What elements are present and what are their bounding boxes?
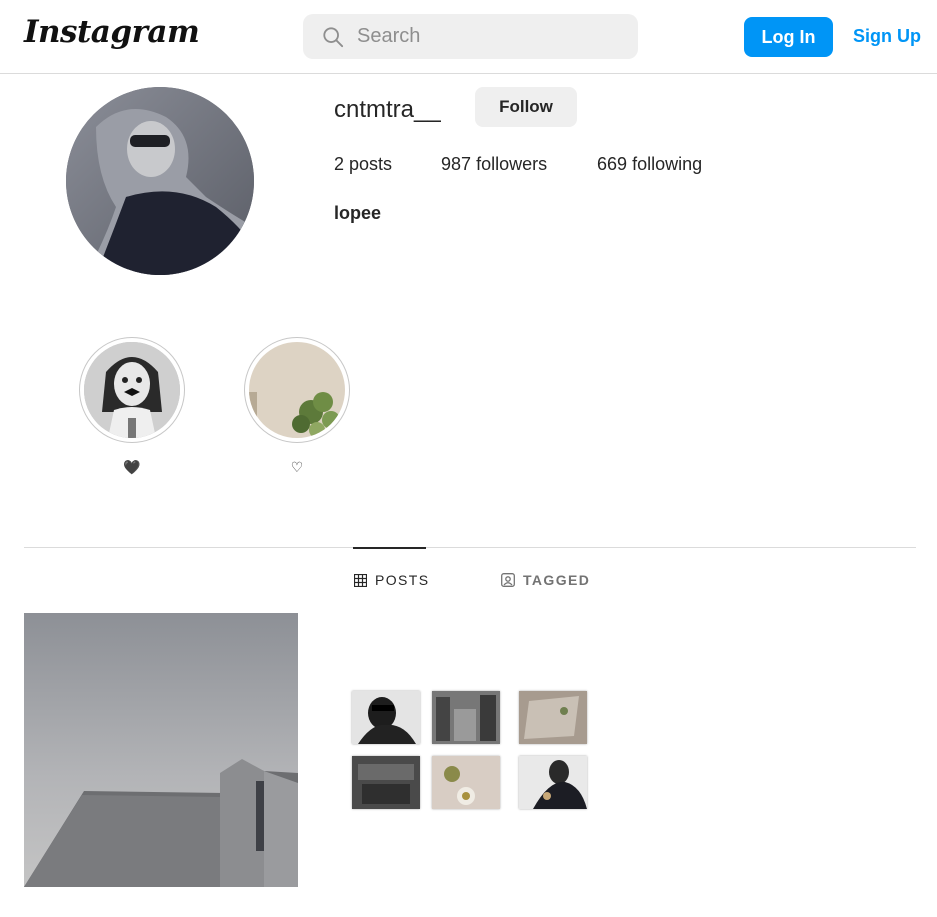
post-thumbnail-1[interactable]	[24, 613, 298, 887]
highlight-cover-1	[84, 342, 180, 438]
collage-image-3	[519, 691, 587, 744]
post-thumbnail-2[interactable]	[352, 691, 589, 809]
search-input[interactable]	[357, 14, 627, 59]
instagram-logo[interactable]: Instagram	[24, 14, 200, 50]
collage-image-4	[352, 756, 420, 809]
tab-posts-label: POSTS	[375, 572, 430, 588]
profile-avatar[interactable]	[66, 87, 254, 275]
follow-button[interactable]: Follow	[475, 87, 577, 127]
highlight-label-2: ♡	[290, 459, 304, 475]
avatar-photo	[66, 87, 254, 275]
followers-label: followers	[476, 154, 548, 174]
highlight-ring	[79, 337, 185, 443]
following-count: 669	[597, 154, 628, 174]
highlight-cover-2	[249, 342, 345, 438]
highlight-ring	[244, 337, 350, 443]
posts-label: posts	[349, 154, 393, 174]
profile-username: cntmtra__	[334, 96, 441, 123]
collage-image-2	[432, 691, 500, 744]
collage-image-1	[352, 691, 420, 744]
posts-count: 2	[334, 154, 345, 174]
tab-tagged-label: TAGGED	[523, 572, 591, 588]
top-navigation-bar: Instagram Log In Sign Up	[0, 0, 937, 74]
tab-tagged[interactable]: TAGGED	[501, 572, 590, 588]
sign-up-link[interactable]: Sign Up	[853, 26, 921, 47]
search-box[interactable]	[303, 14, 638, 59]
collage-image-5	[432, 756, 500, 809]
highlight-label-1: 🖤	[123, 459, 141, 475]
story-highlight-1[interactable]: 🖤	[79, 337, 185, 475]
followers-stat[interactable]: 987 followers	[441, 154, 547, 175]
following-label: following	[632, 154, 703, 174]
story-highlight-2[interactable]: ♡	[244, 337, 350, 475]
following-stat[interactable]: 669 following	[597, 154, 702, 175]
log-in-button[interactable]: Log In	[744, 17, 833, 57]
search-icon	[323, 27, 344, 48]
tab-posts[interactable]: POSTS	[354, 572, 429, 588]
profile-bio: lopee	[334, 203, 382, 223]
active-tab-indicator	[353, 547, 426, 549]
tagged-icon	[501, 573, 515, 587]
posts-stat: 2 posts	[334, 154, 392, 175]
collage-image-6	[519, 756, 587, 809]
grid-icon	[354, 573, 367, 587]
followers-count: 987	[441, 154, 472, 174]
tabs-divider	[24, 547, 916, 548]
